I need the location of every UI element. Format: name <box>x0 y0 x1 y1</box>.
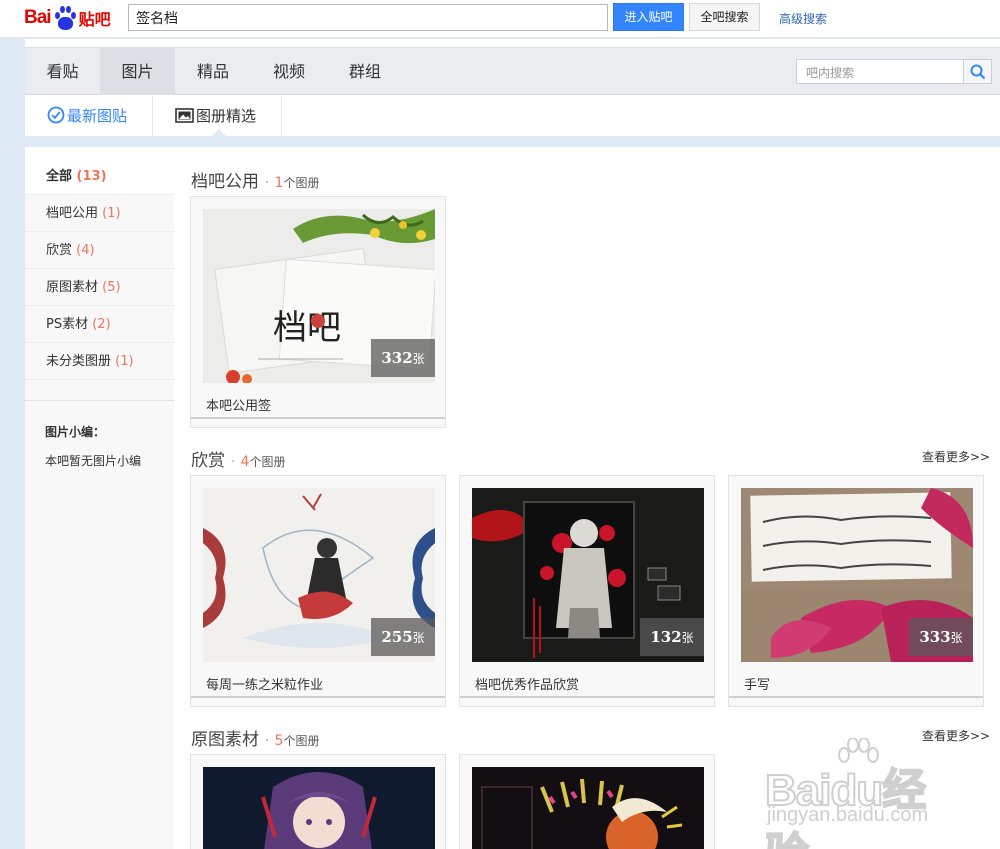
album-cover: 132张 <box>472 488 704 662</box>
paw-icon <box>52 5 78 31</box>
section-name: 欣赏 <box>191 451 225 471</box>
section-unit: 个图册 <box>249 455 286 469</box>
see-more-link[interactable]: 查看更多>> <box>922 727 990 744</box>
tieba-search-input[interactable]: 签名档 <box>128 4 608 31</box>
album-card[interactable]: 档吧 332张 本吧公用签 <box>190 196 446 428</box>
tab-latest-label: 最新图贴 <box>67 107 128 125</box>
album-name: 每周一练之米粒作业 <box>206 678 324 693</box>
album-name: 档吧优秀作品欣赏 <box>475 678 580 693</box>
section-name: 档吧公用 <box>191 172 259 192</box>
photo-editor-title: 图片小编： <box>45 425 106 439</box>
sidebar-item-count: (1) <box>115 354 134 369</box>
inner-search-button[interactable] <box>964 59 992 84</box>
sidebar-item-originals[interactable]: 原图素材 (5) <box>25 269 174 306</box>
album-card[interactable]: 132张 档吧优秀作品欣赏 <box>459 475 715 707</box>
inner-search-input[interactable]: 吧内搜索 <box>796 59 964 84</box>
sidebar-item-ps-materials[interactable]: PS素材 (2) <box>25 306 174 343</box>
sidebar-item-count: (13) <box>76 169 107 184</box>
sidebar-item-label: 全部 <box>46 169 73 184</box>
sidebar-divider <box>25 400 174 401</box>
sidebar-item-label: PS素材 <box>46 317 89 332</box>
tab-caret <box>211 129 227 137</box>
sidebar-item-count: (2) <box>92 317 111 332</box>
sidebar-item-label: 欣赏 <box>46 243 73 258</box>
sidebar-item-count: (1) <box>102 206 121 221</box>
album-cover: 档吧 332张 <box>203 209 435 383</box>
sidebar-item-uncategorized[interactable]: 未分类图册 (1) <box>25 343 174 380</box>
album-name: 本吧公用签 <box>206 399 272 414</box>
sub-nav: 最新图贴 图册精选 <box>25 96 1000 137</box>
photo-count-badge: 333张 <box>909 618 973 656</box>
section-unit: 个图册 <box>283 176 320 190</box>
card-baseline <box>191 417 445 419</box>
sidebar-item-count: (4) <box>76 243 95 258</box>
album-cover: 255张 <box>203 488 435 662</box>
album-name: 手写 <box>744 678 771 693</box>
tab-albums-label: 图册精选 <box>196 107 257 125</box>
sidebar-item-label: 档吧公用 <box>46 206 99 221</box>
tab-videos[interactable]: 视频 <box>251 48 327 95</box>
tab-pictures[interactable]: 图片 <box>100 48 175 95</box>
album-card[interactable] <box>459 754 715 849</box>
advanced-search-link[interactable]: 高级搜索 <box>779 10 827 27</box>
baidu-tieba-logo[interactable]: Bai 贴吧 <box>24 2 111 34</box>
check-circle-icon <box>47 106 65 124</box>
top-search-bar: Bai 贴吧 签名档 进入贴吧 全吧搜索 高级搜索 <box>0 0 1000 38</box>
section-title: 原图素材 · 5个图册 <box>191 730 320 750</box>
svg-text:档吧: 档吧 <box>273 308 341 348</box>
card-baseline <box>729 696 983 698</box>
photo-album-icon <box>175 108 194 123</box>
album-cover <box>472 767 704 849</box>
logo-text: Bai <box>24 7 52 28</box>
album-card[interactable]: 333张 手写 <box>728 475 984 707</box>
card-baseline <box>191 696 445 698</box>
tab-featured[interactable]: 精品 <box>175 48 251 95</box>
section-name: 原图素材 <box>191 730 259 750</box>
section-title: 欣赏 · 4个图册 <box>191 451 286 471</box>
tab-latest-photos[interactable]: 最新图贴 <box>25 96 153 136</box>
photo-count-badge: 255张 <box>371 618 435 656</box>
category-sidebar: 全部 (13) 档吧公用 (1) 欣赏 (4) 原图素材 (5) PS素材 (2… <box>25 158 174 849</box>
main-nav: 看贴 图片 精品 视频 群组 吧内搜索 <box>25 47 1000 95</box>
photo-editor-text: 本吧暂无图片小编 <box>45 454 142 468</box>
sidebar-item-count: (5) <box>102 280 121 295</box>
sidebar-item-appreciation[interactable]: 欣赏 (4) <box>25 232 174 269</box>
sidebar-item-public[interactable]: 档吧公用 (1) <box>25 195 174 232</box>
logo-tieba-text: 贴吧 <box>78 10 111 29</box>
sidebar-item-label: 未分类图册 <box>46 354 112 369</box>
album-card[interactable]: 255张 每周一练之米粒作业 <box>190 475 446 707</box>
sidebar-item-label: 原图素材 <box>46 280 99 295</box>
photo-count-badge: 132张 <box>640 618 704 656</box>
see-more-link[interactable]: 查看更多>> <box>922 448 990 465</box>
section-unit: 个图册 <box>283 734 320 748</box>
card-baseline <box>460 696 714 698</box>
tab-posts[interactable]: 看贴 <box>25 48 100 95</box>
search-icon <box>970 64 986 80</box>
album-card[interactable] <box>190 754 446 849</box>
search-all-button[interactable]: 全吧搜索 <box>689 3 760 31</box>
photo-count-badge: 332张 <box>371 339 435 377</box>
enter-tieba-button[interactable]: 进入贴吧 <box>613 3 684 31</box>
section-title: 档吧公用 · 1个图册 <box>191 172 320 192</box>
album-cover: 333张 <box>741 488 973 662</box>
tab-groups[interactable]: 群组 <box>327 48 403 95</box>
album-cover <box>203 767 435 849</box>
divider-strip <box>25 137 1000 147</box>
sidebar-item-all[interactable]: 全部 (13) <box>25 158 174 195</box>
